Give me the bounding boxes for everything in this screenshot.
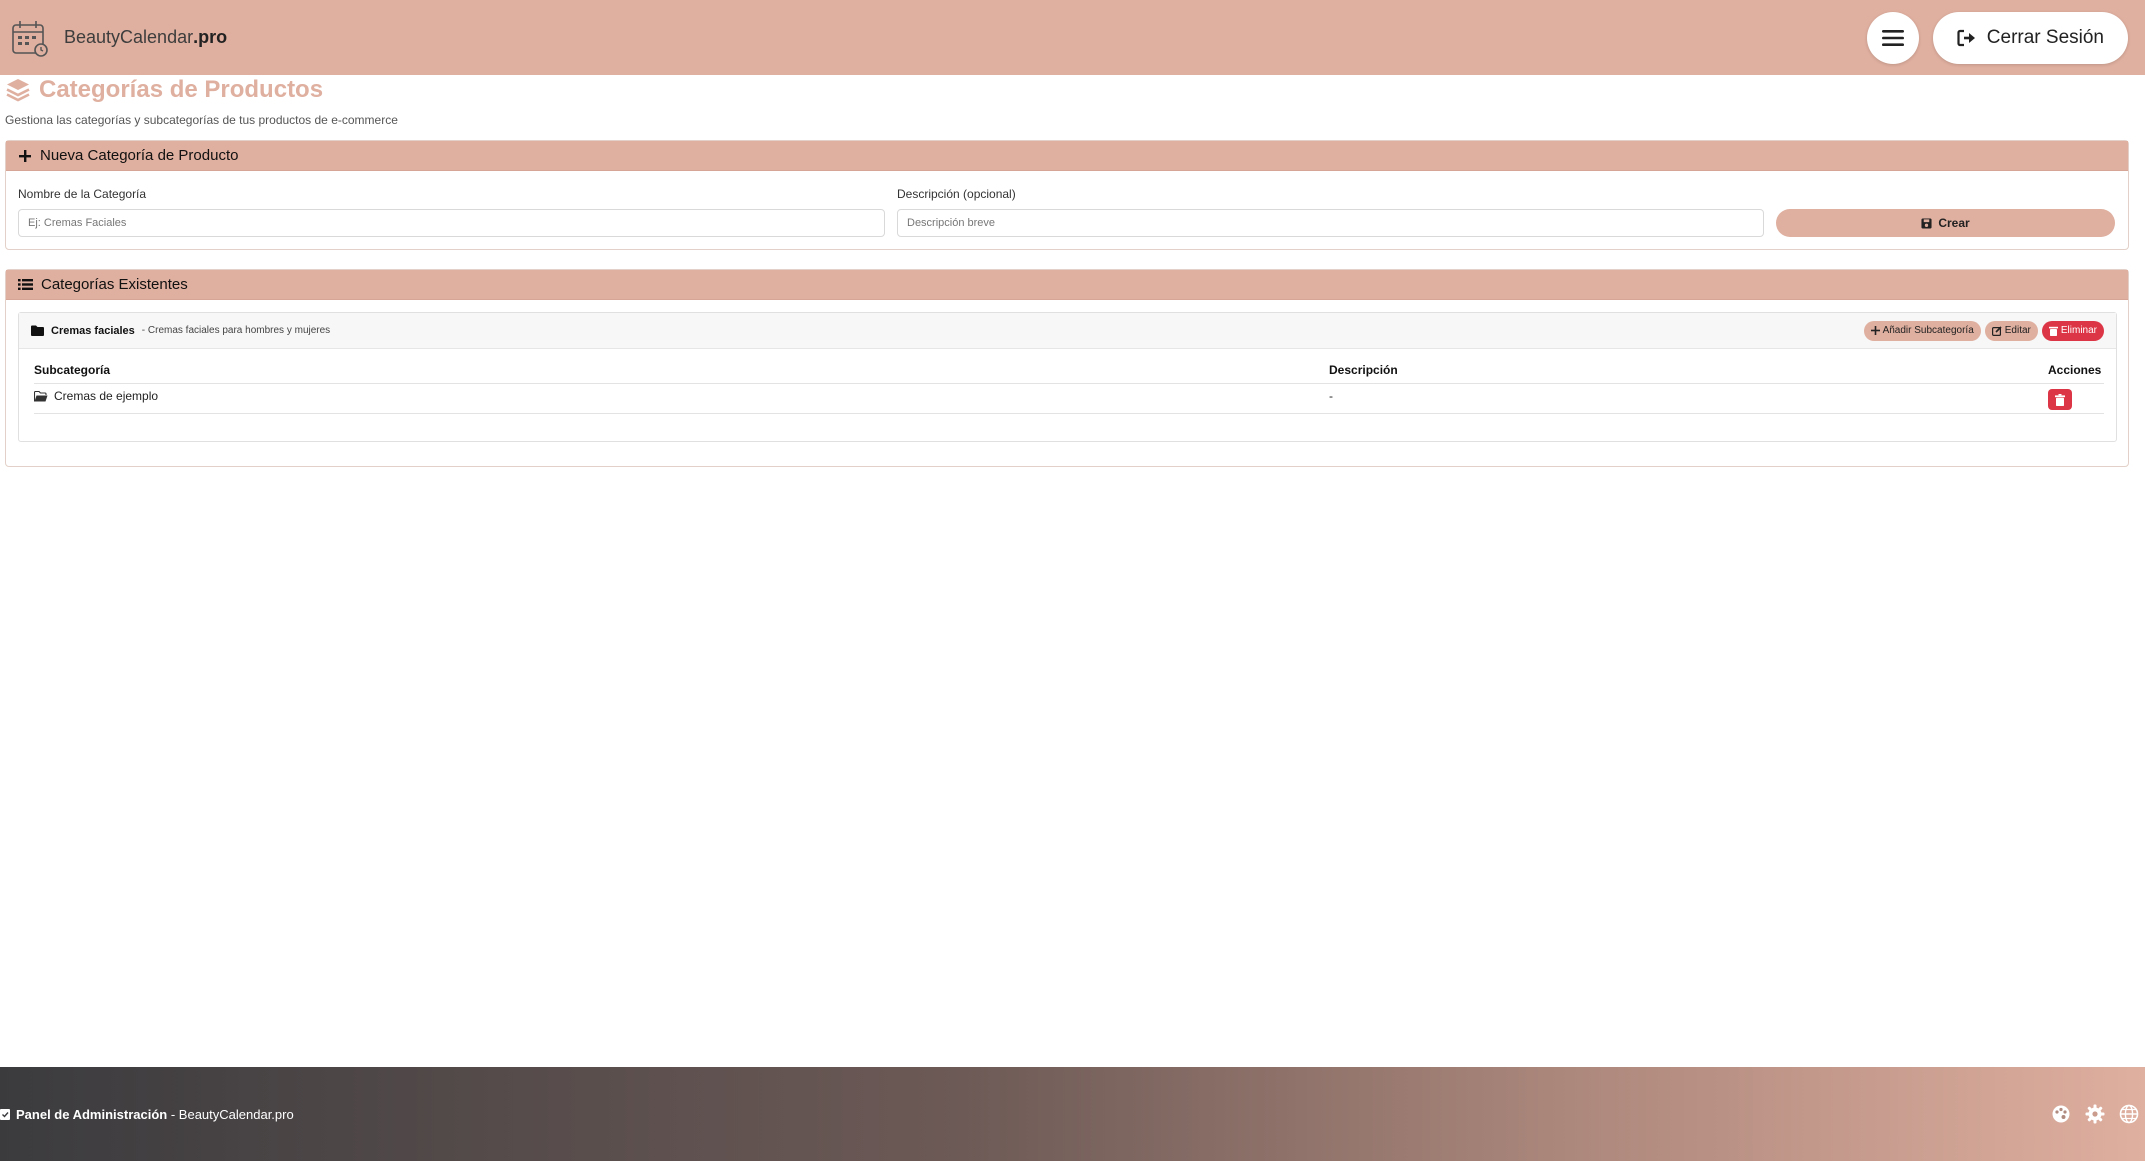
delete-subcategory-button[interactable]: [2048, 389, 2072, 410]
trash-icon: [2055, 393, 2065, 406]
plus-icon: [1870, 326, 1880, 335]
globe-icon[interactable]: [2119, 1104, 2139, 1124]
brand-name: BeautyCalendar.pro: [64, 27, 228, 47]
column-header-description: Descripción: [1329, 363, 1398, 377]
page-title: Categorías de Productos: [39, 76, 324, 103]
subcategory-name-cell: Cremas de ejemplo: [34, 389, 158, 403]
trash-icon: [2048, 326, 2058, 336]
menu-toggle-button[interactable]: [1866, 11, 1919, 64]
folder-open-icon: [34, 390, 48, 401]
list-icon: [18, 279, 33, 290]
top-navbar: BeautyCalendar.pro Cerrar Sesión: [0, 0, 2145, 75]
save-icon: [1921, 217, 1932, 229]
new-category-card: Nueva Categoría de Producto Nombre de la…: [5, 140, 2129, 250]
category-name-label: Nombre de la Categoría: [18, 187, 147, 201]
edit-icon: [1991, 325, 2002, 336]
category-title: Cremas faciales - Cremas faciales para h…: [31, 325, 330, 337]
delete-category-button[interactable]: Eliminar: [2041, 320, 2104, 341]
footer-icons: [2051, 1104, 2145, 1124]
category-name: Cremas faciales: [51, 324, 135, 337]
category-description-label: Descripción (opcional): [897, 187, 1016, 201]
column-header-subcategory: Subcategoría: [34, 363, 111, 377]
brand[interactable]: BeautyCalendar.pro: [10, 18, 227, 58]
column-header-actions: Acciones: [2048, 363, 2102, 377]
palette-icon[interactable]: [2051, 1104, 2071, 1124]
category-description-input[interactable]: [897, 209, 1764, 237]
edit-category-button[interactable]: Editar: [1984, 320, 2038, 341]
calendar-logo-icon: [12, 20, 48, 57]
existing-categories-header: Categorías Existentes: [6, 270, 2128, 300]
new-category-title: Nueva Categoría de Producto: [40, 147, 239, 164]
subcategory-description: -: [1329, 389, 1333, 403]
footer-title: Panel de Administración: [16, 1106, 168, 1122]
category-name-input[interactable]: [18, 209, 885, 237]
create-button[interactable]: Crear: [1776, 209, 2115, 237]
existing-categories-title: Categorías Existentes: [41, 276, 188, 293]
plus-icon: [19, 149, 31, 162]
footer-site: BeautyCalendar.pro: [178, 1106, 294, 1122]
logout-button[interactable]: Cerrar Sesión: [1932, 11, 2128, 64]
new-category-header: Nueva Categoría de Producto: [6, 141, 2128, 171]
clipboard-check-icon: [0, 1109, 10, 1120]
table-row-divider: [34, 413, 2104, 414]
category-item-header: Cremas faciales - Cremas faciales para h…: [19, 313, 2116, 349]
page-subtitle: Gestiona las categorías y subcategorías …: [5, 113, 398, 127]
existing-categories-card: Categorías Existentes Cremas faciales - …: [5, 269, 2129, 467]
subcategory-name: Cremas de ejemplo: [54, 389, 159, 403]
category-actions: Añadir Subcategoría Editar Eliminar: [1863, 320, 2104, 341]
layers-icon: [6, 79, 30, 102]
category-description: - Cremas faciales para hombres y mujeres: [141, 325, 331, 336]
create-label: Crear: [1938, 216, 1970, 230]
add-subcategory-button[interactable]: Añadir Subcategoría: [1863, 320, 1981, 341]
sign-out-icon: [1957, 29, 1975, 46]
folder-icon: [31, 325, 44, 336]
category-item: Cremas faciales - Cremas faciales para h…: [18, 312, 2117, 442]
table-header-divider: [34, 383, 2104, 384]
gear-icon[interactable]: [2085, 1104, 2105, 1124]
logout-label: Cerrar Sesión: [1986, 26, 2104, 48]
footer-info: Panel de Administración - BeautyCalendar…: [0, 1107, 294, 1122]
footer: Panel de Administración - BeautyCalendar…: [0, 1067, 2145, 1161]
hamburger-icon: [1881, 29, 1904, 46]
page-title-row: Categorías de Productos: [5, 76, 323, 104]
